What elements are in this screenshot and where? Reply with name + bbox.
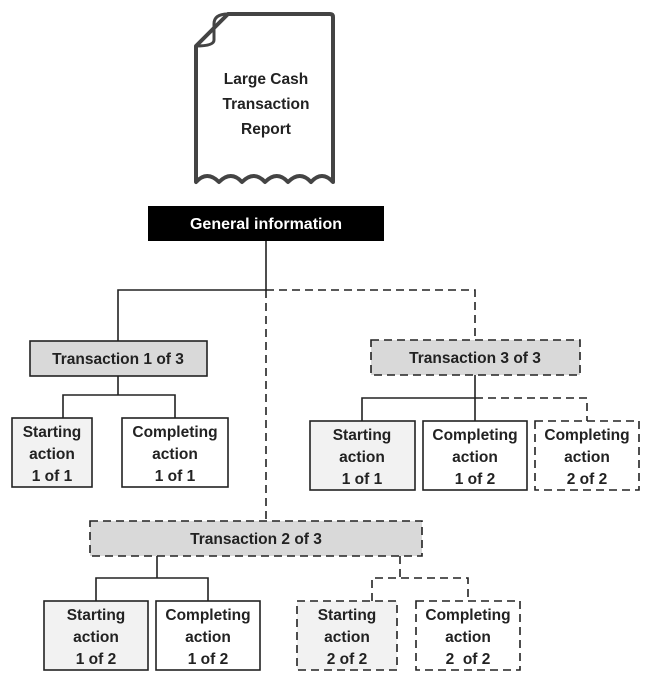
svg-text:action: action — [452, 449, 498, 466]
t1-starting-action-box: Starting action 1 of 1 — [11, 417, 93, 488]
report-title-line-1: Large Cash — [224, 71, 308, 88]
svg-text:1 of 2: 1 of 2 — [76, 651, 116, 668]
t2-starting-action-2-box: Starting action 2 of 2 — [296, 600, 398, 671]
svg-text:Completing: Completing — [544, 427, 629, 444]
svg-text:2 of 2: 2 of 2 — [567, 471, 607, 488]
svg-text:2 of 2: 2 of 2 — [446, 651, 491, 668]
svg-text:action: action — [152, 446, 198, 463]
transaction-1-label: Transaction 1 of 3 — [52, 351, 184, 368]
svg-text:1 of 1: 1 of 1 — [32, 468, 73, 485]
svg-text:Completing: Completing — [425, 607, 510, 624]
t2-starting-action-1-box: Starting action 1 of 2 — [43, 600, 149, 671]
diagram: Large Cash Transaction Report General in… — [11, 12, 640, 671]
svg-text:Starting: Starting — [23, 424, 82, 441]
svg-text:action: action — [339, 449, 385, 466]
svg-text:action: action — [185, 629, 231, 646]
svg-text:Starting: Starting — [318, 607, 377, 624]
svg-text:action: action — [29, 446, 75, 463]
svg-text:1 of 2: 1 of 2 — [188, 651, 228, 668]
svg-text:action: action — [324, 629, 370, 646]
svg-text:Completing: Completing — [165, 607, 250, 624]
report-document-icon: Large Cash Transaction Report — [194, 12, 335, 184]
svg-text:2 of 2: 2 of 2 — [327, 651, 367, 668]
general-information-label: General information — [190, 216, 342, 233]
t2-completing-action-1-box: Completing action 1 of 2 — [155, 600, 261, 671]
svg-text:1 of 1: 1 of 1 — [342, 471, 383, 488]
svg-text:action: action — [445, 629, 491, 646]
t2-completing-action-2-box: Completing action 2 of 2 — [415, 600, 521, 671]
t3-completing-action-2-box: Completing action 2 of 2 — [534, 420, 640, 491]
svg-text:1 of 1: 1 of 1 — [155, 468, 196, 485]
t3-starting-action-box: Starting action 1 of 1 — [309, 420, 416, 491]
transaction-3-label: Transaction 3 of 3 — [409, 350, 541, 367]
svg-text:1 of 2: 1 of 2 — [455, 471, 495, 488]
report-title-line-2: Transaction — [223, 96, 310, 113]
t1-completing-action-box: Completing action 1 of 1 — [121, 417, 229, 488]
transaction-2-label: Transaction 2 of 3 — [190, 531, 322, 548]
svg-text:Completing: Completing — [432, 427, 517, 444]
svg-text:Starting: Starting — [333, 427, 392, 444]
svg-text:Completing: Completing — [132, 424, 217, 441]
report-title-line-3: Report — [241, 121, 291, 138]
svg-text:Starting: Starting — [67, 607, 126, 624]
svg-text:action: action — [564, 449, 610, 466]
svg-text:action: action — [73, 629, 119, 646]
t3-completing-action-1-box: Completing action 1 of 2 — [422, 420, 528, 491]
